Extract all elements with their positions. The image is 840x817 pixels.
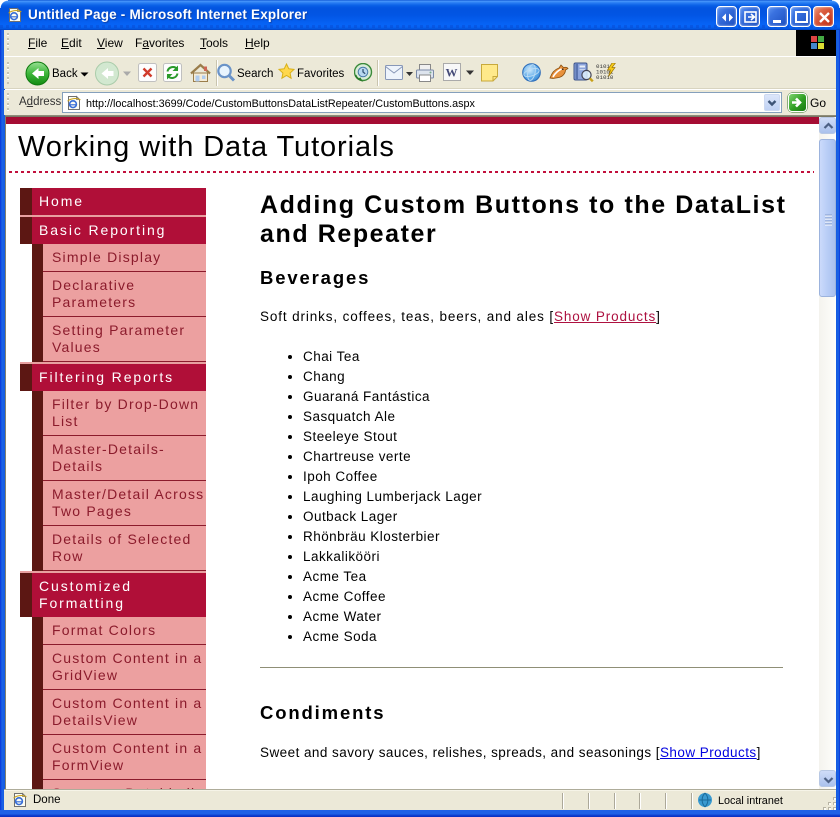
- svg-text:01010: 01010: [596, 74, 614, 81]
- svg-text:W: W: [446, 66, 458, 80]
